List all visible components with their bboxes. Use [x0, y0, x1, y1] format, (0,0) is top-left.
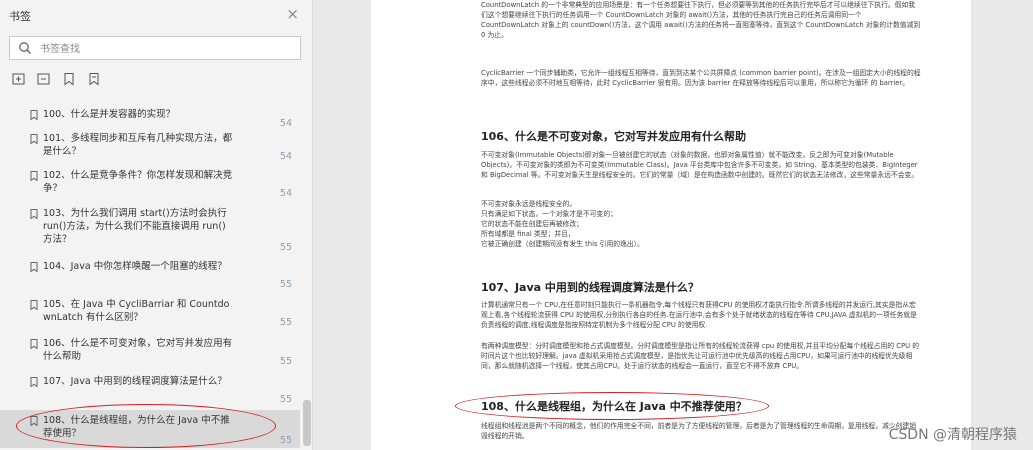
bookmark-icon — [30, 262, 38, 272]
bookmark-label: 105、在 Java 中 CycliBarriar 和 CountdownLat… — [43, 299, 230, 323]
bookmark-item[interactable]: 100、什么是并发容器的实现？ 54 — [0, 106, 300, 129]
bookmark-label: 107、Java 中用到的线程调度算法是什么？ — [43, 376, 227, 387]
bookmark-page: 55 — [279, 317, 292, 328]
paragraph-scheduling-models: 有两种调度模型：分时调度模型和抢占式调度模型。分时调度模型是指让所有的线程轮流获… — [481, 342, 919, 370]
bookmark-label: 103、为什么我们调用 start()方法时会执行 run()方法，为什么我们不… — [43, 208, 227, 245]
bookmark-icon — [30, 377, 38, 387]
bookmark-page: 54 — [279, 188, 292, 199]
bookmark-icon — [30, 339, 38, 349]
bookmark-page: 55 — [279, 279, 292, 290]
watermark-text: CSDN @清朝程序猿 — [888, 427, 1017, 443]
sidebar-title: 书签 — [9, 10, 31, 23]
bookmark-item[interactable]: 104、Java 中你怎样唤醒一个阻塞的线程？ 55 — [0, 260, 300, 290]
bookmark-page: 54 — [279, 151, 292, 162]
paragraph-immutable: 不可变对象(Immutable Objects)即对象一旦被创建它的状态（对象的… — [481, 151, 919, 179]
bookmark-sidebar: 书签 × 100、什么是并发容器的实现？ 54 — [0, 0, 313, 450]
bookmark-item[interactable]: 101、多线程同步和互斥有几种实现方法，都是什么？ 54 — [0, 132, 300, 162]
expand-all-icon[interactable] — [12, 72, 26, 86]
paragraph-countdownlatch: CountDownLatch 的一个非常典型的应用场景是：有一个任务想要往下执行… — [481, 1, 921, 39]
collapse-all-icon[interactable] — [37, 72, 51, 86]
bookmark-item[interactable]: 105、在 Java 中 CycliBarriar 和 CountdownLat… — [0, 298, 300, 328]
bookmark-search-input[interactable] — [38, 40, 292, 58]
paragraph-cyclicbarrier: CyclicBarrier 一个同步辅助类，它允许一组线程互相等待，直到到达某个… — [481, 69, 921, 87]
bookmark-page: 55 — [279, 435, 292, 446]
bookmark-label: 102、什么是竞争条件？你怎样发现和解决竞争？ — [43, 170, 233, 194]
bookmark-icon — [30, 110, 38, 120]
bookmark-label: 101、多线程同步和互斥有几种实现方法，都是什么？ — [43, 133, 233, 157]
red-annotation-circle — [455, 392, 769, 420]
document-viewer: CountDownLatch 的一个非常典型的应用场景是：有一个任务想要往下执行… — [313, 0, 1033, 450]
paragraph-immutable-rules: 不可变对象永远是线程安全的。 只有满足如下状态，一个对象才是不可变的； 它的状态… — [481, 200, 644, 248]
bookmark-page: 55 — [279, 356, 292, 367]
bookmark-label: 106、什么是不可变对象，它对写并发应用有什么帮助 — [43, 338, 233, 362]
heading-106: 106、什么是不可变对象，它对写并发应用有什么帮助 — [481, 130, 746, 143]
document-page: CountDownLatch 的一个非常典型的应用场景是：有一个任务想要往下执行… — [371, 0, 971, 450]
bookmark-icon — [30, 209, 38, 219]
search-icon — [19, 42, 31, 54]
bookmark-page: 54 — [279, 118, 292, 129]
add-bookmark-icon[interactable] — [62, 72, 76, 86]
bookmark-page: 55 — [279, 394, 292, 405]
delete-bookmark-icon[interactable] — [87, 72, 101, 86]
bookmark-item[interactable]: 107、Java 中用到的线程调度算法是什么？ 55 — [0, 375, 300, 405]
bookmark-label: 104、Java 中你怎样唤醒一个阻塞的线程？ — [43, 261, 227, 272]
bookmark-item[interactable]: 106、什么是不可变对象，它对写并发应用有什么帮助 55 — [0, 337, 300, 367]
bookmark-icon — [30, 171, 38, 181]
sidebar-header: 书签 × — [0, 0, 312, 34]
bookmark-item[interactable]: 102、什么是竞争条件？你怎样发现和解决竞争？ 54 — [0, 169, 300, 199]
bookmark-page: 55 — [279, 242, 292, 253]
close-icon[interactable]: × — [286, 5, 299, 23]
paragraph-threadgroup: 线程组和线程池是两个不同的概念，他们的作用完全不同，前者是为了方便线程的管理，后… — [481, 422, 916, 440]
paragraph-scheduling: 计算机通常只有一个 CPU,在任意时刻只能执行一条机器指令,每个线程只有获得CP… — [481, 301, 917, 329]
bookmark-label: 100、什么是并发容器的实现？ — [43, 109, 176, 120]
sidebar-scrollbar[interactable] — [303, 400, 311, 446]
bookmark-item[interactable]: 103、为什么我们调用 start()方法时会执行 run()方法，为什么我们不… — [0, 207, 300, 253]
heading-107: 107、Java 中用到的线程调度算法是什么？ — [481, 281, 699, 294]
bookmark-search-box[interactable] — [9, 36, 301, 60]
bookmark-icon — [30, 134, 38, 144]
bookmark-icon — [30, 300, 38, 310]
red-annotation-circle — [16, 404, 276, 448]
